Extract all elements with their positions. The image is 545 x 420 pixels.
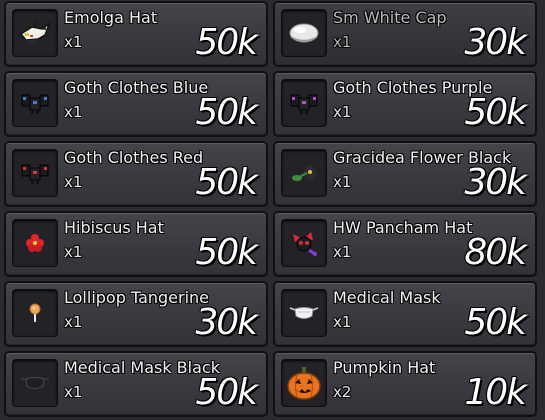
item-quantity: x1 bbox=[64, 103, 83, 121]
item-price: 50k bbox=[195, 162, 258, 203]
gracidea-flower-icon bbox=[289, 160, 319, 186]
white-cap-icon bbox=[286, 20, 322, 46]
item-icon-slot bbox=[12, 219, 58, 267]
item-icon-slot bbox=[12, 289, 58, 337]
item-grid: Emolga Hat x1 50k Sm White Cap x1 30k Goth Clo… bbox=[0, 0, 545, 420]
item-icon-slot bbox=[281, 149, 327, 197]
item-icon-slot bbox=[12, 359, 58, 407]
item-quantity: x1 bbox=[64, 173, 83, 191]
item-price: 50k bbox=[464, 302, 527, 343]
item-icon-slot bbox=[12, 149, 58, 197]
item-name: Pumpkin Hat bbox=[333, 358, 436, 377]
pancham-hat-icon bbox=[287, 228, 321, 258]
item-slot[interactable]: Hibiscus Hat x1 50k bbox=[4, 211, 268, 277]
goth-clothes-red-icon bbox=[18, 160, 52, 186]
item-name: Sm White Cap bbox=[333, 8, 447, 27]
item-price: 30k bbox=[464, 162, 527, 203]
item-quantity: x1 bbox=[64, 383, 83, 401]
item-icon-slot bbox=[281, 79, 327, 127]
item-slot[interactable]: Goth Clothes Red x1 50k bbox=[4, 141, 268, 207]
item-quantity: x2 bbox=[333, 383, 352, 401]
item-icon-slot bbox=[281, 9, 327, 57]
item-slot[interactable]: Emolga Hat x1 50k bbox=[4, 1, 268, 67]
item-price: 50k bbox=[195, 92, 258, 133]
item-price: 30k bbox=[464, 22, 527, 63]
item-slot[interactable]: Sm White Cap x1 30k bbox=[273, 1, 537, 67]
item-name: Lollipop Tangerine bbox=[64, 288, 210, 307]
medical-mask-icon bbox=[287, 302, 321, 324]
item-quantity: x1 bbox=[64, 33, 83, 51]
item-name: HW Pancham Hat bbox=[333, 218, 473, 237]
item-slot[interactable]: Goth Clothes Purple x1 50k bbox=[273, 71, 537, 137]
item-name: Medical Mask bbox=[333, 288, 441, 307]
item-name: Emolga Hat bbox=[64, 8, 158, 27]
item-icon-slot bbox=[281, 359, 327, 407]
item-quantity: x1 bbox=[64, 313, 83, 331]
item-slot[interactable]: Lollipop Tangerine x1 30k bbox=[4, 281, 268, 347]
item-price: 80k bbox=[464, 232, 527, 273]
hibiscus-hat-icon bbox=[22, 230, 48, 256]
goth-clothes-purple-icon bbox=[287, 90, 321, 116]
item-icon-slot bbox=[12, 79, 58, 127]
item-name: Goth Clothes Red bbox=[64, 148, 204, 167]
medical-mask-black-icon bbox=[18, 372, 52, 394]
goth-clothes-blue-icon bbox=[18, 90, 52, 116]
item-name: Hibiscus Hat bbox=[64, 218, 164, 237]
item-name: Goth Clothes Blue bbox=[64, 78, 209, 97]
item-quantity: x1 bbox=[333, 173, 352, 191]
item-slot[interactable]: Pumpkin Hat x2 10k bbox=[273, 351, 537, 417]
item-price: 50k bbox=[464, 92, 527, 133]
pumpkin-hat-icon bbox=[285, 365, 323, 401]
item-price: 50k bbox=[195, 372, 258, 413]
item-icon-slot bbox=[281, 219, 327, 267]
item-price: 50k bbox=[195, 232, 258, 273]
item-quantity: x1 bbox=[64, 243, 83, 261]
item-price: 50k bbox=[195, 22, 258, 63]
emolga-hat-icon bbox=[18, 18, 52, 48]
item-icon-slot bbox=[281, 289, 327, 337]
item-price: 10k bbox=[464, 372, 527, 413]
item-quantity: x1 bbox=[333, 313, 352, 331]
item-slot[interactable]: Medical Mask x1 50k bbox=[273, 281, 537, 347]
item-slot[interactable]: Gracidea Flower Black x1 30k bbox=[273, 141, 537, 207]
item-slot[interactable]: Medical Mask Black x1 50k bbox=[4, 351, 268, 417]
lollipop-icon bbox=[24, 300, 46, 326]
item-slot[interactable]: HW Pancham Hat x1 80k bbox=[273, 211, 537, 277]
item-quantity: x1 bbox=[333, 243, 352, 261]
item-icon-slot bbox=[12, 9, 58, 57]
item-slot[interactable]: Goth Clothes Blue x1 50k bbox=[4, 71, 268, 137]
item-quantity: x1 bbox=[333, 103, 352, 121]
item-price: 30k bbox=[195, 302, 258, 343]
item-quantity: x1 bbox=[333, 33, 352, 51]
